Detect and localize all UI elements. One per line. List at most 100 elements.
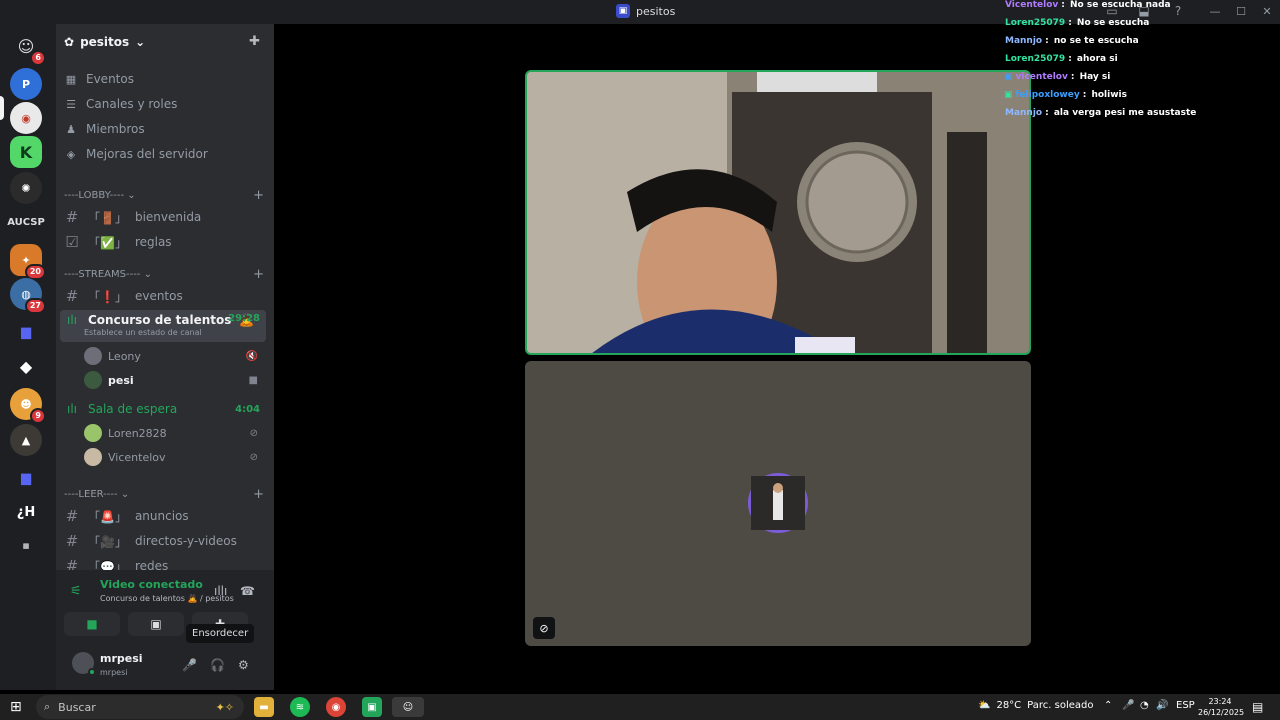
- tooltip: Ensordecer: [186, 624, 255, 643]
- wifi-icon[interactable]: ◔: [1140, 700, 1149, 711]
- voice-status[interactable]: Video conectado: [100, 578, 203, 591]
- category-streams[interactable]: ----STREAMS---- ⌄ +: [64, 267, 264, 282]
- channel-directos[interactable]: # 「🎥」 directos-y-videos: [60, 529, 266, 553]
- notification-badge: 6: [30, 50, 46, 66]
- menu-eventos[interactable]: ▦ Eventos: [64, 68, 264, 90]
- notifications-icon[interactable]: ▤: [1252, 700, 1263, 714]
- online-status-dot: [88, 668, 96, 676]
- add-channel-icon[interactable]: +: [253, 267, 264, 282]
- channel-prefix: 「🎥」: [88, 534, 127, 549]
- category-leer[interactable]: ----LEER---- ⌄ +: [64, 487, 264, 502]
- settings-gear-icon[interactable]: ⚙: [238, 658, 249, 672]
- camera-off-icon[interactable]: ⊘: [533, 617, 555, 639]
- server-icon[interactable]: ◉: [10, 102, 42, 134]
- volume-icon[interactable]: 🔊: [1156, 700, 1168, 711]
- folder-icon[interactable]: ▆: [10, 316, 42, 348]
- boost-icon: ◈: [66, 147, 76, 161]
- headphones-icon[interactable]: 🎧: [210, 658, 225, 672]
- user-avatar-large: [748, 473, 808, 533]
- voice-user[interactable]: Leony 🔇: [84, 346, 264, 366]
- mute-deafen-icon: 🔇: [245, 350, 258, 362]
- chat-user: Loren25079: [1005, 18, 1066, 28]
- discord-taskbar-icon[interactable]: ☺: [392, 697, 424, 717]
- username[interactable]: mrpesi: [100, 652, 143, 665]
- file-explorer-icon[interactable]: ▬: [254, 697, 274, 717]
- server-icon[interactable]: ☻ 9: [10, 388, 46, 424]
- chat-user: Mannjo: [1005, 36, 1043, 46]
- disconnect-icon[interactable]: ☎: [240, 584, 255, 598]
- guild-name: pesitos: [80, 35, 130, 49]
- language-indicator[interactable]: ESP: [1176, 700, 1195, 711]
- server-icon[interactable]: P: [10, 68, 42, 100]
- weather-widget[interactable]: ⛅ 28°C Parc. soleado: [978, 700, 1093, 711]
- server-icon[interactable]: ▲: [10, 424, 42, 456]
- chat-text: No se escucha nada: [1070, 0, 1171, 10]
- server-h-icon[interactable]: ¿H: [10, 496, 42, 528]
- discord-home-icon[interactable]: ☺ 6: [10, 30, 46, 66]
- channel-label: Sala de espera: [88, 402, 178, 416]
- chat-user: Loren25079: [1005, 54, 1066, 64]
- category-lobby[interactable]: ----LOBBY---- ⌄ +: [64, 188, 264, 203]
- channel-anuncios[interactable]: # 「🚨」 anuncios: [60, 504, 266, 528]
- menu-canales-roles[interactable]: ☰ Canales y roles: [64, 93, 264, 115]
- voice-channel-espera[interactable]: ılı Sala de espera 4:04: [60, 397, 266, 421]
- menu-mejoras[interactable]: ◈ Mejoras del servidor: [64, 143, 264, 165]
- category-label: ----LOBBY----: [64, 190, 125, 201]
- server-icon[interactable]: ✺: [10, 172, 42, 204]
- add-channel-icon[interactable]: +: [253, 188, 264, 203]
- microphone-icon[interactable]: 🎤: [182, 658, 197, 672]
- channel-sidebar: ✿ pesitos ⌄ ✚ ▦ Eventos ☰ Canales y roles …: [56, 24, 274, 690]
- chat-user: vicentelov: [1015, 72, 1068, 82]
- camera-button[interactable]: ■: [64, 612, 120, 636]
- webcam-feed: [527, 72, 1029, 353]
- channel-status[interactable]: Establece un estado de canal: [84, 328, 202, 337]
- chevron-up-icon[interactable]: ⌃: [1104, 700, 1112, 711]
- server-k-icon[interactable]: K: [10, 136, 42, 168]
- channel-eventos[interactable]: # 「❗」 eventos: [60, 284, 266, 308]
- signal-icon[interactable]: ⚟: [70, 584, 82, 599]
- voice-user[interactable]: Vicentelov ⊘: [84, 447, 264, 467]
- server-icon[interactable]: ◍ 27: [10, 278, 46, 314]
- video-tile-leony[interactable]: ⊘: [525, 361, 1031, 646]
- voice-user-name: pesi: [108, 373, 134, 387]
- menu-miembros[interactable]: ♟ Miembros: [64, 118, 264, 140]
- avatar-image: [751, 476, 805, 530]
- search-placeholder: Buscar: [58, 700, 96, 714]
- spotify-icon[interactable]: ≋: [290, 697, 310, 717]
- server-icon[interactable]: ▦: [10, 530, 42, 562]
- chat-overlay: Vicentelov: No se escucha nada Loren2507…: [1004, 0, 1280, 122]
- invite-icon[interactable]: ✚: [249, 34, 260, 49]
- windows-start-icon[interactable]: ⊞: [10, 699, 22, 715]
- taskbar-search[interactable]: ⌕ Buscar ✦✧: [36, 695, 244, 719]
- category-label: ----LEER----: [64, 489, 118, 500]
- chat-message: Loren25079: ahora si: [1005, 54, 1118, 64]
- app-icon[interactable]: ▣: [362, 697, 382, 717]
- rules-icon: ☑: [65, 233, 79, 251]
- avatar[interactable]: [72, 652, 96, 676]
- server-aucsp-label[interactable]: AUCSP: [4, 217, 48, 228]
- video-tile-pesi[interactable]: [525, 70, 1031, 355]
- server-icon[interactable]: ✦ 20: [10, 244, 46, 280]
- voice-user[interactable]: pesi ■: [84, 370, 264, 390]
- screenshare-button[interactable]: ▣: [128, 612, 184, 636]
- channel-reglas[interactable]: ☑ 「✅」 reglas: [60, 230, 266, 254]
- chat-text: ala verga pesi me asustaste: [1053, 108, 1197, 118]
- voice-channel-talentos[interactable]: ılı Concurso de talentos 🙇 29:28 Estable…: [60, 310, 266, 342]
- add-channel-icon[interactable]: +: [253, 487, 264, 502]
- server-icon[interactable]: ◆: [10, 350, 42, 382]
- menu-label: Canales y roles: [86, 97, 178, 111]
- hash-icon: #: [65, 208, 79, 226]
- chrome-icon[interactable]: ◉: [326, 697, 346, 717]
- microphone-icon[interactable]: 🎤: [1122, 700, 1134, 711]
- chat-message: Mannjo: no se te escucha: [1005, 36, 1139, 46]
- folder-icon[interactable]: ▆: [10, 462, 42, 494]
- clock[interactable]: 23:24 26/12/2025: [1198, 696, 1244, 718]
- window-title-text: pesitos: [636, 4, 676, 18]
- noise-suppression-icon[interactable]: ıllı: [214, 584, 227, 598]
- guild-header[interactable]: ✿ pesitos ⌄: [56, 24, 274, 60]
- channel-prefix: 「❗」: [88, 289, 127, 304]
- platform-icon: ▣: [1004, 72, 1013, 82]
- voice-user[interactable]: Loren2828 ⊘: [84, 423, 264, 443]
- chevron-down-icon: ⌄: [143, 269, 152, 280]
- channel-bienvenida[interactable]: # 「🚪」 bienvenida: [60, 205, 266, 229]
